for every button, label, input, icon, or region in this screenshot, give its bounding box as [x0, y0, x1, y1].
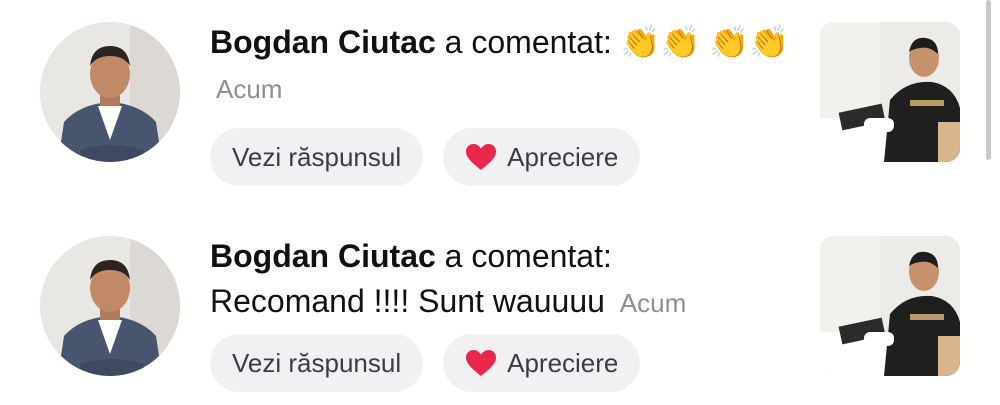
avatar[interactable]: [40, 22, 180, 162]
action-text: a comentat:: [444, 24, 612, 60]
like-button[interactable]: Apreciere: [443, 334, 641, 392]
comment-text: 👏👏 👏👏: [620, 24, 790, 60]
timestamp: Acum: [619, 288, 687, 318]
view-reply-label: Vezi răspunsul: [232, 141, 402, 172]
scrollbar[interactable]: [986, 0, 991, 160]
user-name[interactable]: Bogdan Ciutac: [210, 24, 436, 60]
video-thumbnail[interactable]: [820, 22, 960, 162]
avatar[interactable]: [40, 236, 180, 376]
video-thumbnail[interactable]: [820, 236, 960, 376]
action-row: Vezi răspunsul Apreciere: [210, 334, 641, 392]
timestamp: Acum: [216, 74, 283, 104]
heart-icon: [465, 349, 497, 377]
view-reply-button[interactable]: Vezi răspunsul: [210, 334, 424, 392]
view-reply-label: Vezi răspunsul: [232, 347, 402, 378]
notification-item[interactable]: Bogdan Ciutac a comentat: Recomand !!!! …: [0, 214, 1000, 405]
notification-text: Bogdan Ciutac a comentat: Recomand !!!! …: [210, 234, 790, 326]
like-button[interactable]: Apreciere: [443, 128, 641, 186]
like-label: Apreciere: [507, 347, 619, 378]
like-label: Apreciere: [507, 141, 619, 172]
comment-text: Recomand !!!! Sunt wauuuu: [210, 283, 605, 319]
view-reply-button[interactable]: Vezi răspunsul: [210, 128, 424, 186]
heart-icon: [465, 143, 497, 171]
action-text: a comentat:: [444, 238, 612, 274]
notification-text: Bogdan Ciutac a comentat: 👏👏 👏👏 Acum: [210, 20, 790, 112]
user-name[interactable]: Bogdan Ciutac: [210, 238, 436, 274]
notification-item[interactable]: Bogdan Ciutac a comentat: 👏👏 👏👏 Acum Vez…: [0, 0, 1000, 200]
action-row: Vezi răspunsul Apreciere: [210, 128, 641, 186]
